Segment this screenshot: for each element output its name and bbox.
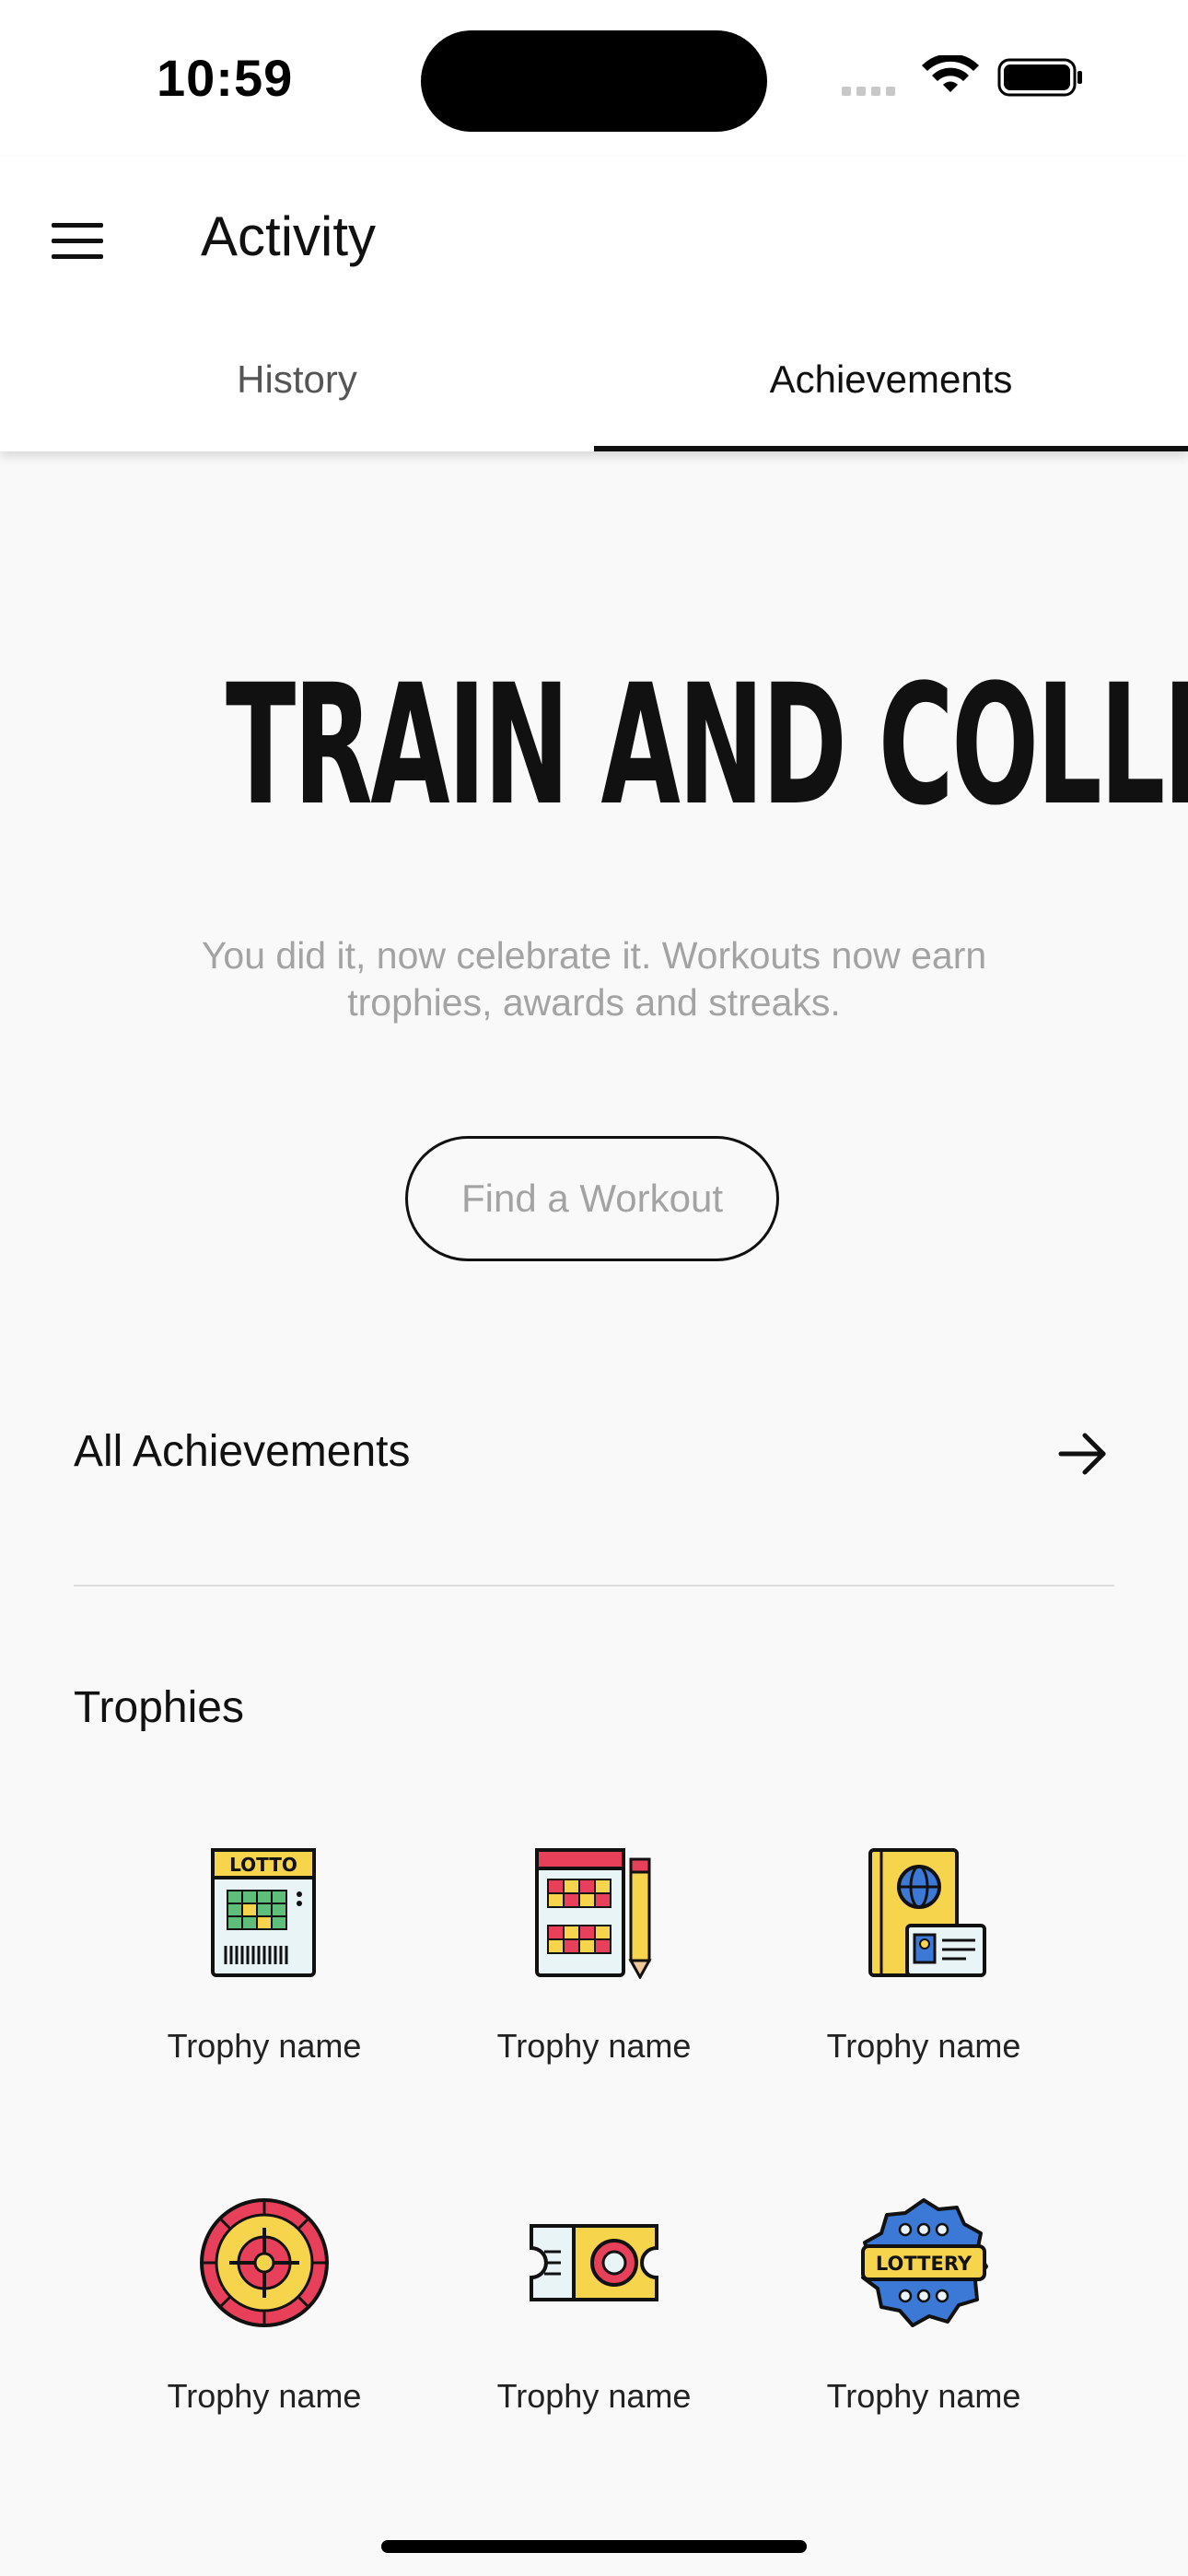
status-time: 10:59	[157, 49, 294, 107]
all-achievements-label: All Achievements	[74, 1427, 411, 1476]
hero-subtitle: You did it, now celebrate it. Workouts n…	[201, 934, 987, 1024]
dynamic-island	[421, 30, 767, 132]
hero-title: TRAIN AND COLLECT	[226, 650, 1188, 842]
find-workout-button[interactable]: Find a Workout	[405, 1136, 779, 1261]
tab-bar: History Achievements	[0, 341, 1188, 451]
trophy-name: Trophy name	[826, 2377, 1021, 2415]
cellular-signal-icon	[842, 87, 895, 96]
all-achievements-row[interactable]: All Achievements	[74, 1391, 1114, 1587]
trophy-item[interactable]: Trophy name	[786, 1846, 1062, 2123]
arrow-right-icon[interactable]	[1057, 1428, 1109, 1480]
battery-icon	[997, 58, 1082, 97]
passport-id-card-icon	[868, 1848, 986, 1977]
trophies-section-title: Trophies	[74, 1683, 244, 1732]
trophy-name: Trophy name	[167, 2377, 362, 2415]
lotto-ticket-icon: LOTTO	[211, 1848, 316, 1977]
status-bar: 10:59	[0, 0, 1188, 157]
trophy-item[interactable]: LOTTERY Trophy name	[786, 2196, 1062, 2473]
home-indicator	[381, 2540, 807, 2553]
tab-achievements-label: Achievements	[769, 357, 1013, 401]
hamburger-menu-icon[interactable]	[52, 221, 103, 262]
tab-history[interactable]: History	[0, 341, 594, 451]
trophy-item[interactable]: Trophy name	[126, 2196, 402, 2473]
activity-screen: 10:59 Activity History Achievements TRAI…	[0, 0, 1188, 2576]
trophy-name: Trophy name	[167, 2027, 362, 2065]
trophy-name: Trophy name	[826, 2027, 1021, 2065]
trophy-item[interactable]: LOTTO Trophy name	[126, 1846, 402, 2123]
status-icons	[842, 55, 1082, 97]
page-title: Activity	[201, 205, 377, 267]
roulette-wheel-icon	[200, 2198, 329, 2327]
tab-history-label: History	[237, 357, 357, 401]
trophy-item[interactable]: Trophy name	[456, 1846, 732, 2123]
wifi-icon	[922, 55, 979, 92]
bingo-card-pencil-icon	[535, 1848, 652, 1979]
tab-achievements[interactable]: Achievements	[594, 341, 1188, 451]
lottery-badge-icon: LOTTERY	[861, 2198, 988, 2327]
lotto-ticket-text: LOTTO	[229, 1854, 297, 1876]
trophy-name: Trophy name	[496, 2377, 692, 2415]
trophy-item[interactable]: Trophy name	[456, 2196, 732, 2473]
ticket-icon	[530, 2224, 658, 2301]
lottery-badge-text: LOTTERY	[876, 2253, 973, 2275]
trophy-name: Trophy name	[496, 2027, 692, 2065]
app-header: Activity History Achievements	[0, 157, 1188, 451]
